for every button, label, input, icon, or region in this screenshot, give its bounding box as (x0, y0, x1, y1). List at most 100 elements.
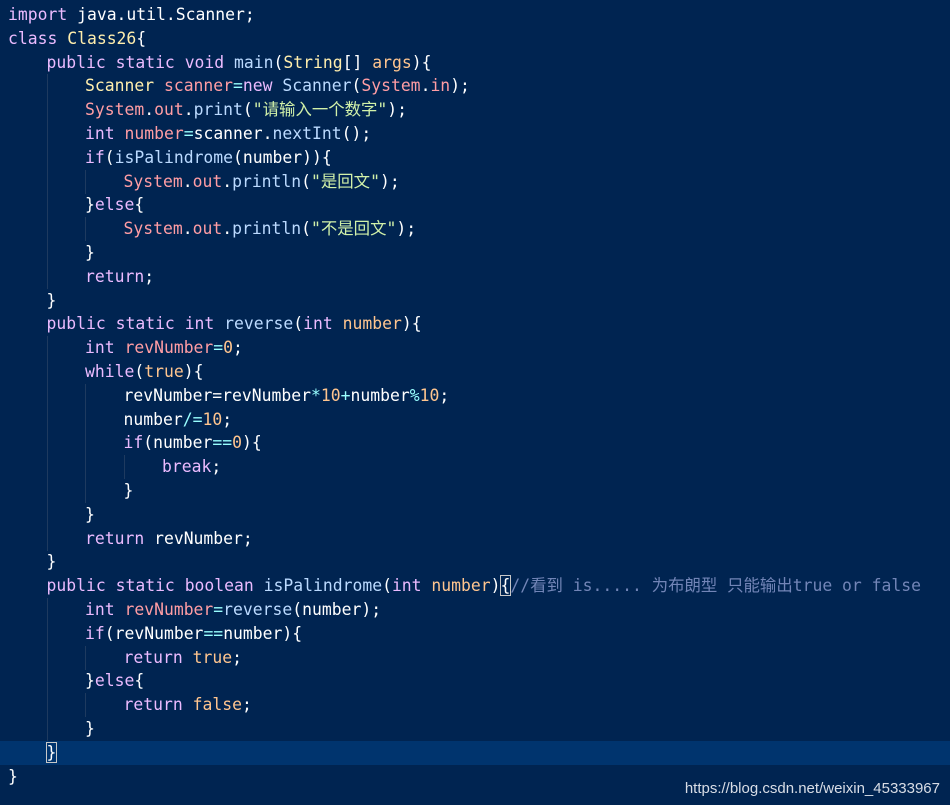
code-token: static (115, 314, 175, 334)
code-text: System.out.println("不是回文"); (124, 217, 417, 241)
code-line[interactable]: Scanner scanner=new Scanner(System.in); (0, 74, 950, 99)
indent-guide (46, 169, 48, 194)
code-token: ; (144, 266, 155, 286)
code-line[interactable]: public static boolean isPalindrome(int n… (0, 574, 950, 598)
code-line[interactable]: } (0, 241, 950, 265)
code-token: public (46, 576, 106, 596)
code-token: ); (379, 171, 400, 191)
code-token: args (372, 52, 412, 72)
code-token: } (8, 766, 18, 786)
code-line[interactable]: class Class26{ (0, 27, 950, 51)
code-text: } (47, 289, 57, 313)
code-token: int (391, 576, 422, 596)
code-token: . (222, 219, 233, 239)
indent-guide (46, 502, 48, 527)
code-token: ){ (241, 433, 262, 453)
code-line[interactable]: revNumber=revNumber*10+number%10; (0, 383, 950, 408)
code-text: } (85, 503, 95, 527)
code-token: } (85, 504, 95, 524)
code-line[interactable]: public static int reverse(int number){ (0, 312, 950, 336)
code-line[interactable]: int revNumber=reverse(number); (0, 598, 950, 622)
indent-guide (46, 145, 48, 170)
code-line[interactable]: while(true){ (0, 360, 950, 384)
indent-guide (85, 479, 86, 503)
indent-guide (85, 217, 86, 242)
code-line[interactable]: int revNumber=0; (0, 336, 950, 361)
code-token: (revNumber (104, 623, 204, 643)
code-line[interactable]: } (0, 479, 950, 503)
code-line[interactable]: number/=10; (0, 407, 950, 432)
code-token: System (361, 76, 421, 96)
indent-guide (85, 383, 86, 408)
code-line[interactable]: return revNumber; (0, 526, 950, 551)
code-token: true (192, 647, 233, 667)
code-line[interactable]: public static void main(String[] args){ (0, 51, 950, 75)
code-token: (number)){ (233, 147, 332, 167)
code-line[interactable]: } (0, 740, 950, 765)
code-line[interactable]: import java.util.Scanner; (0, 3, 950, 27)
code-token: out (154, 100, 184, 120)
code-token: void (184, 52, 225, 72)
code-line[interactable]: return true; (0, 645, 950, 670)
code-text: class Class26{ (8, 27, 146, 51)
code-line[interactable]: } (0, 289, 950, 313)
code-text: }else{ (85, 193, 144, 217)
code-line[interactable]: break; (0, 455, 950, 480)
code-line[interactable]: int number=scanner.nextInt(); (0, 122, 950, 146)
indent-guide (85, 431, 86, 456)
code-token: % (409, 385, 420, 405)
code-token: = (213, 338, 224, 358)
code-line[interactable]: return; (0, 264, 950, 289)
code-line[interactable]: } (0, 550, 950, 574)
code-editor[interactable]: import java.util.Scanner; class Class26{p… (0, 0, 950, 805)
code-line[interactable]: return false; (0, 693, 950, 718)
code-line[interactable]: } (0, 502, 950, 527)
indent-guide (46, 264, 48, 289)
code-token: ){ (401, 314, 422, 334)
indent-guide (46, 526, 48, 551)
code-token: false (192, 695, 242, 715)
code-token: Scanner (282, 76, 352, 96)
code-token: . (182, 219, 193, 239)
code-token: 10 (202, 409, 223, 429)
code-token: } (85, 195, 95, 215)
code-line[interactable]: } (0, 717, 950, 741)
code-token: "请输入一个数字" (252, 100, 388, 120)
code-token: return (123, 695, 183, 715)
code-token: /= (182, 409, 203, 429)
code-token: { (134, 671, 145, 691)
code-token: return (85, 528, 145, 548)
code-text: import java.util.Scanner; (8, 3, 255, 27)
code-line[interactable]: System.out.print("请输入一个数字"); (0, 98, 950, 123)
code-text: Scanner scanner=new Scanner(System.in); (85, 74, 470, 98)
code-token: ( (382, 576, 392, 596)
code-token: number (342, 314, 402, 334)
code-line[interactable]: System.out.println("不是回文"); (0, 217, 950, 242)
code-line[interactable]: if(isPalindrome(number)){ (0, 145, 950, 170)
indent-guide (46, 98, 48, 123)
code-text: } (124, 479, 134, 503)
code-text: public static boolean isPalindrome(int n… (46, 574, 921, 598)
code-token: Class26 (67, 28, 137, 48)
code-token: == (212, 433, 233, 453)
code-token: in (430, 76, 451, 96)
code-line[interactable]: System.out.println("是回文"); (0, 169, 950, 194)
code-line[interactable]: }else{ (0, 669, 950, 694)
code-text: }else{ (85, 669, 144, 693)
code-line[interactable]: if(revNumber==number){ (0, 621, 950, 646)
code-token: ); (387, 100, 408, 120)
code-token: ); (396, 219, 417, 239)
code-token: { (134, 195, 145, 215)
code-token: int (303, 314, 333, 334)
code-token: //看到 is..... 为布朗型 只能输出true or false (510, 576, 921, 596)
code-line[interactable]: }else{ (0, 193, 950, 218)
code-line[interactable]: if(number==0){ (0, 431, 950, 456)
